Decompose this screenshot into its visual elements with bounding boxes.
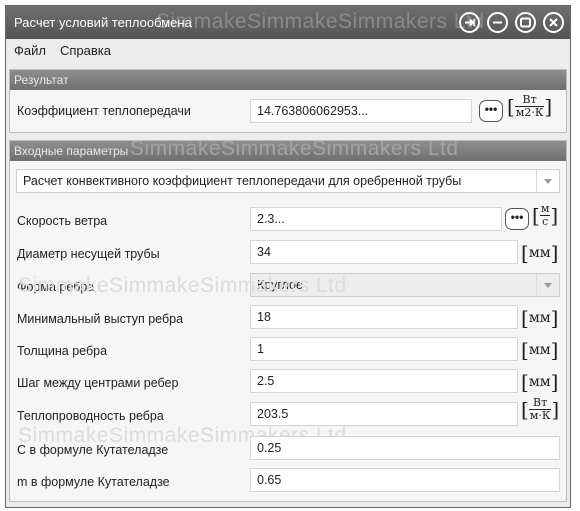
heat-transfer-coef-value[interactable]: 14.763806062953...: [250, 99, 472, 123]
input-params-header: Входные параметры SimmakeSimmakeSimmaker…: [10, 141, 566, 161]
heat-transfer-coef-unit: [Вт м2·К]: [507, 93, 553, 119]
fin-conductivity-input[interactable]: 203.5: [250, 402, 518, 426]
kutateladze-m-label: m в формуле Кутателадзе: [17, 475, 170, 489]
unit-denominator: м2·К: [515, 106, 544, 119]
watermark: SimmakeSimmakeSimmakers Ltd: [130, 141, 459, 160]
chevron-down-icon[interactable]: [536, 274, 559, 296]
unit-denominator: с: [542, 215, 549, 228]
fin-thickness-input[interactable]: 1: [250, 337, 518, 361]
unit-text: мм: [528, 342, 551, 358]
minimize-icon[interactable]: [487, 12, 508, 33]
fin-pitch-label: Шаг между центрами ребер: [17, 376, 179, 390]
unit-text: мм: [528, 310, 551, 326]
result-group: Результат Коэффициент теплопередачи 14.7…: [9, 69, 567, 133]
fin-min-protrusion-label: Минимальный выступ ребра: [17, 312, 184, 326]
wind-speed-label: Скорость ветра: [17, 214, 108, 228]
fin-min-protrusion-unit: [мм]: [521, 306, 559, 330]
wind-speed-unit: [м с]: [532, 202, 559, 228]
input-params-group: Входные параметры SimmakeSimmakeSimmaker…: [9, 140, 567, 502]
calc-type-value: Расчет конвективного коэффициент теплопе…: [23, 174, 462, 188]
title-bar[interactable]: SimmakeSimmakeSimmakers Ltd Расчет услов…: [6, 6, 570, 39]
wind-speed-input[interactable]: 2.3...: [250, 207, 502, 231]
unit-text: мм: [528, 245, 551, 261]
pipe-diameter-input[interactable]: 34: [250, 240, 518, 264]
input-params-title: Входные параметры: [14, 144, 129, 158]
unit-text: мм: [528, 374, 551, 390]
result-header: Результат: [10, 70, 566, 90]
calc-type-select[interactable]: Расчет конвективного коэффициент теплопе…: [16, 169, 560, 193]
window-title: Расчет условий теплообмена: [14, 15, 192, 30]
menu-file[interactable]: Файл: [14, 43, 46, 58]
kutateladze-m-input[interactable]: 0.65: [250, 468, 560, 492]
result-row: Коэффициент теплопередачи 14.76380606295…: [10, 90, 566, 132]
fin-shape-value: Круглое: [257, 278, 303, 292]
heat-transfer-coef-label: Коэффициент теплопередачи: [17, 104, 191, 118]
fin-pitch-input[interactable]: 2.5: [250, 369, 518, 393]
app-window: SimmakeSimmakeSimmakers Ltd Расчет услов…: [5, 5, 571, 508]
fin-conductivity-label: Теплопроводность ребра: [17, 409, 164, 423]
fin-conductivity-unit: [Вт м·К]: [521, 396, 560, 422]
fin-shape-select[interactable]: Круглое: [250, 273, 560, 297]
menu-help[interactable]: Справка: [60, 43, 111, 58]
close-icon[interactable]: [543, 12, 564, 33]
kutateladze-c-label: С в формуле Кутателадзе: [17, 443, 169, 457]
fin-thickness-unit: [мм]: [521, 338, 559, 362]
window-controls: [459, 12, 564, 33]
fin-thickness-label: Толщина ребра: [17, 344, 108, 358]
heat-transfer-coef-details-button[interactable]: •••: [479, 100, 503, 122]
watermark: SimmakeSimmakeSimmakers Ltd: [156, 10, 485, 33]
wind-speed-details-button[interactable]: •••: [505, 208, 529, 230]
unit-denominator: м·К: [529, 409, 551, 422]
pipe-diameter-unit: [мм]: [521, 241, 559, 265]
pin-icon[interactable]: [459, 12, 480, 33]
maximize-icon[interactable]: [515, 12, 536, 33]
kutateladze-c-input[interactable]: 0.25: [250, 436, 560, 460]
fin-shape-label: Форма ребра: [17, 280, 95, 294]
chevron-down-icon[interactable]: [536, 170, 559, 192]
fin-pitch-unit: [мм]: [521, 370, 559, 394]
menu-bar: Файл Справка: [6, 39, 570, 61]
pipe-diameter-label: Диаметр несущей трубы: [17, 247, 160, 261]
fin-min-protrusion-input[interactable]: 18: [250, 305, 518, 329]
